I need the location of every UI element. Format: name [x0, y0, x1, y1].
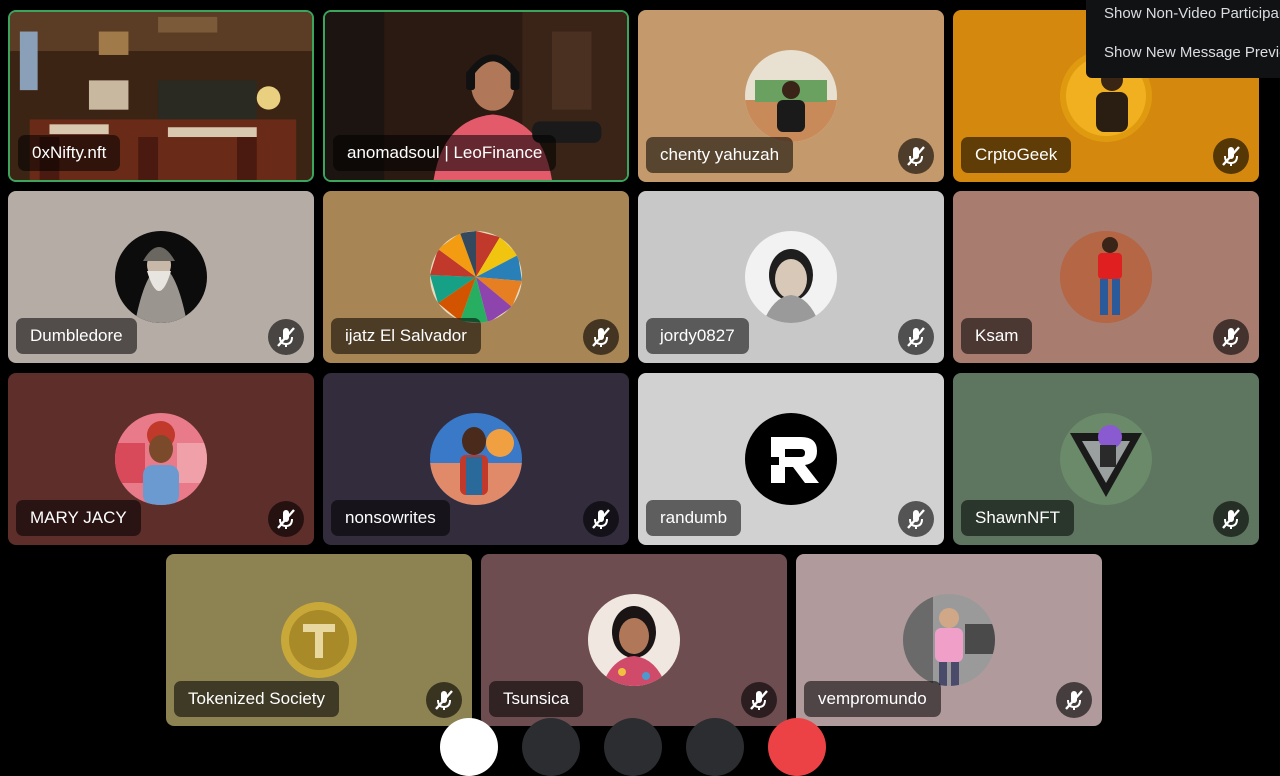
participant-tile[interactable]: 0xNifty.nft: [8, 10, 314, 182]
muted-icon: [1213, 138, 1249, 174]
participant-name: vempromundo: [804, 681, 941, 717]
participant-tile[interactable]: ShawnNFT: [953, 373, 1259, 545]
avatar: [903, 594, 995, 686]
menu-item-show-non-video-participants[interactable]: Show Non-Video Participants: [1104, 4, 1280, 24]
avatar: [115, 231, 207, 323]
avatar: [273, 594, 365, 686]
participant-name: randumb: [646, 500, 742, 536]
participant-name: Dumbledore: [16, 318, 137, 354]
muted-icon: [898, 501, 934, 537]
muted-icon: [583, 319, 619, 355]
participant-tile[interactable]: randumb: [638, 373, 944, 545]
participant-name: CrptoGeek: [961, 137, 1072, 173]
participant-name: Ksam: [961, 318, 1033, 354]
avatar: [745, 50, 837, 142]
muted-icon: [898, 319, 934, 355]
participant-name: chenty yahuzah: [646, 137, 794, 173]
avatar: [745, 413, 837, 505]
muted-icon: [1213, 501, 1249, 537]
participant-tile[interactable]: anomadsoul | LeoFinance: [323, 10, 629, 182]
camera-button[interactable]: [440, 718, 498, 776]
muted-icon: [1056, 682, 1092, 718]
participant-name: jordy0827: [646, 318, 749, 354]
participant-tile[interactable]: MARY JACY: [8, 373, 314, 545]
menu-item-show-new-message-previews[interactable]: Show New Message Previews: [1104, 43, 1280, 63]
participant-tile[interactable]: vempromundo: [796, 554, 1102, 726]
participant-name: nonsowrites: [331, 500, 450, 536]
disconnect-button[interactable]: [768, 718, 826, 776]
participant-tile[interactable]: Tsunsica: [481, 554, 787, 726]
participant-tile[interactable]: chenty yahuzah: [638, 10, 944, 182]
participant-name: anomadsoul | LeoFinance: [333, 135, 557, 171]
muted-icon: [583, 501, 619, 537]
participant-tile[interactable]: Ksam: [953, 191, 1259, 363]
context-menu: Show Non-Video Participants Show New Mes…: [1086, 0, 1280, 78]
participant-name: ijatz El Salvador: [331, 318, 481, 354]
participant-name: 0xNifty.nft: [18, 135, 121, 171]
participant-tile[interactable]: Tokenized Society: [166, 554, 472, 726]
activity-button[interactable]: [686, 718, 744, 776]
participant-tile[interactable]: Dumbledore: [8, 191, 314, 363]
participant-name: ShawnNFT: [961, 500, 1075, 536]
muted-icon: [426, 682, 462, 718]
muted-icon: [741, 682, 777, 718]
muted-icon: [898, 138, 934, 174]
avatar: [1060, 413, 1152, 505]
avatar: [1060, 231, 1152, 323]
muted-icon: [1213, 319, 1249, 355]
muted-icon: [268, 319, 304, 355]
participant-tile[interactable]: jordy0827: [638, 191, 944, 363]
screen-share-button[interactable]: [604, 718, 662, 776]
microphone-button[interactable]: [522, 718, 580, 776]
participant-tile[interactable]: nonsowrites: [323, 373, 629, 545]
avatar: [430, 231, 522, 323]
avatar: [745, 231, 837, 323]
participant-name: Tsunsica: [489, 681, 584, 717]
muted-icon: [268, 501, 304, 537]
avatar: [430, 413, 522, 505]
participant-name: MARY JACY: [16, 500, 141, 536]
participant-name: Tokenized Society: [174, 681, 340, 717]
participant-tile[interactable]: ijatz El Salvador: [323, 191, 629, 363]
avatar: [115, 413, 207, 505]
avatar: [588, 594, 680, 686]
